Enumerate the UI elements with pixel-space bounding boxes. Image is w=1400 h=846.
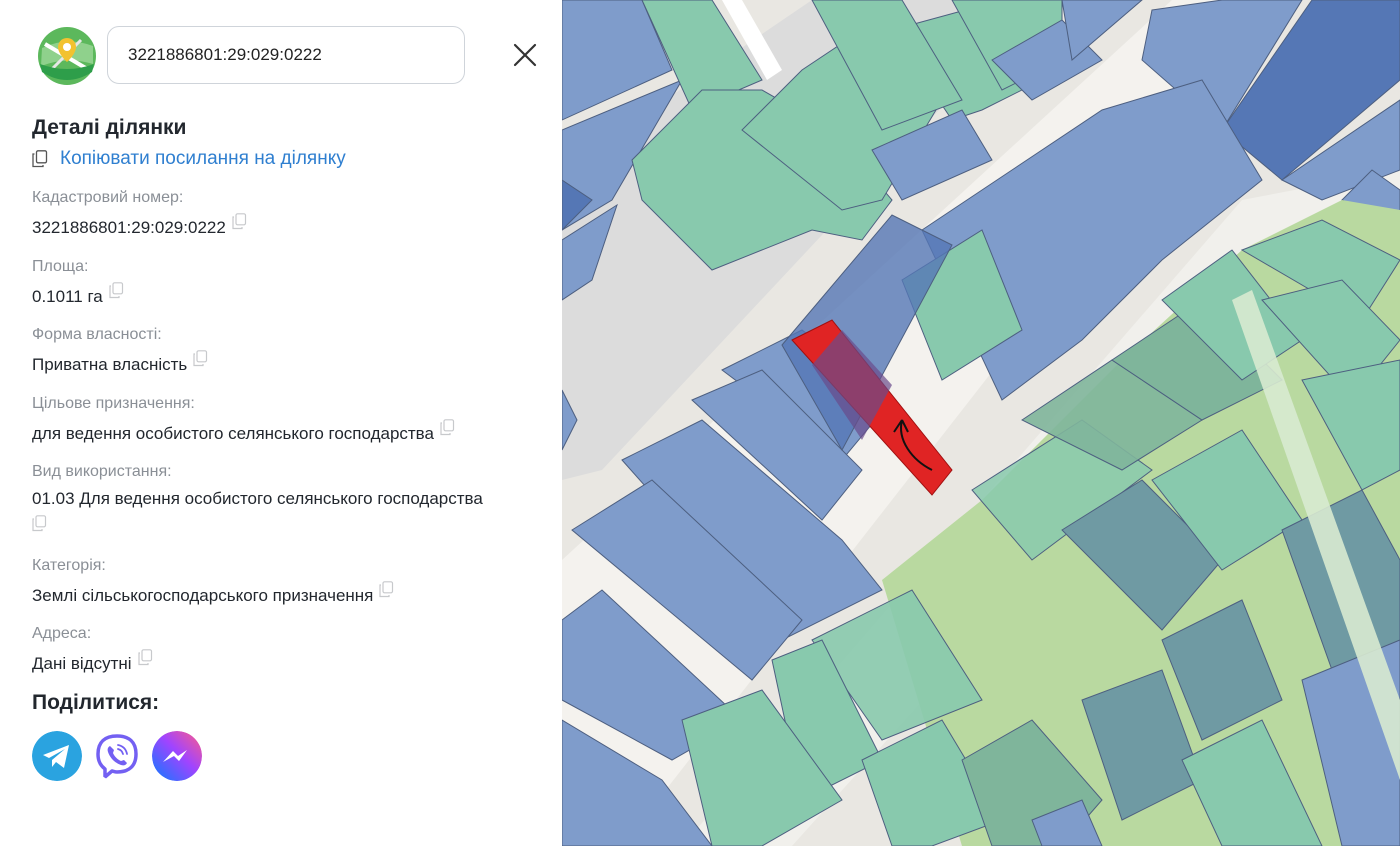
field-value-purpose: для ведення особистого селянського госпо…	[32, 419, 542, 446]
copy-icon[interactable]	[32, 515, 47, 532]
field-label-ownership: Форма власності:	[32, 326, 162, 343]
usage-value: 01.03 Для ведення особистого селянського…	[32, 489, 483, 508]
copy-icon[interactable]	[232, 213, 247, 230]
details-title: Деталі ділянки	[32, 116, 187, 139]
area-value: 0.1011 га	[32, 287, 103, 306]
copy-icon[interactable]	[109, 282, 124, 299]
share-title: Поділитися:	[32, 691, 160, 714]
copy-icon[interactable]	[137, 649, 153, 666]
copy-link-button[interactable]: Копіювати посилання на ділянку	[32, 148, 346, 170]
purpose-value: для ведення особистого селянського госпо…	[32, 424, 434, 443]
category-value: Землі сільськогосподарського призначення	[32, 586, 374, 605]
cadastral-number: 3221886801:29:029:0222	[32, 218, 226, 237]
field-label-usage: Вид використання:	[32, 463, 172, 480]
details-panel: Деталі ділянки Копіювати посилання на ді…	[0, 0, 562, 846]
field-label-purpose: Цільове призначення:	[32, 395, 195, 412]
field-value-ownership: Приватна власність	[32, 350, 542, 377]
ownership-value: Приватна власність	[32, 355, 188, 374]
field-value-area: 0.1011 га	[32, 282, 542, 309]
map-canvas[interactable]	[562, 0, 1400, 846]
copy-link-label: Копіювати посилання на ділянку	[60, 148, 346, 169]
copy-icon[interactable]	[379, 581, 394, 598]
field-value-cadastral: 3221886801:29:029:0222	[32, 213, 542, 240]
field-label-category: Категорія:	[32, 557, 106, 574]
telegram-icon[interactable]	[32, 731, 82, 781]
field-value-usage: 01.03 Для ведення особистого селянського…	[32, 486, 542, 536]
field-value-address: Дані відсутні	[32, 649, 542, 676]
field-value-category: Землі сільськогосподарського призначення	[32, 581, 542, 608]
field-label-cadastral: Кадастровий номер:	[32, 189, 184, 206]
search-input[interactable]	[107, 26, 465, 84]
address-value: Дані відсутні	[32, 654, 132, 673]
close-icon[interactable]	[508, 38, 542, 72]
map-logo-icon	[38, 27, 96, 85]
viber-icon[interactable]	[92, 731, 142, 781]
copy-icon[interactable]	[440, 419, 455, 436]
copy-icon[interactable]	[193, 350, 208, 367]
field-label-area: Площа:	[32, 258, 89, 275]
cadastral-map[interactable]	[562, 0, 1400, 846]
copy-icon	[32, 150, 48, 168]
messenger-icon[interactable]	[152, 731, 202, 781]
field-label-address: Адреса:	[32, 625, 92, 642]
